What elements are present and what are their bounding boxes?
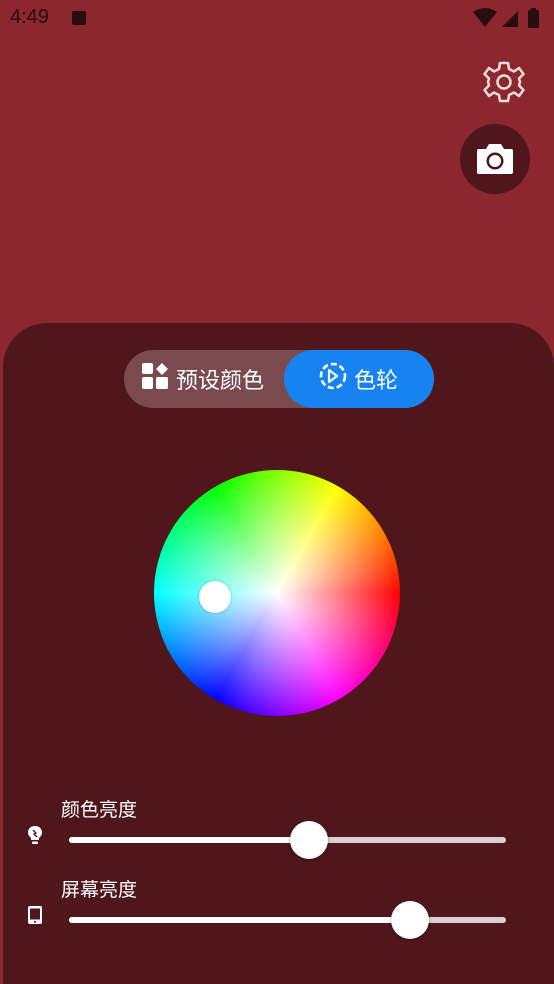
color-brightness-fill [69, 837, 310, 843]
screen-brightness-label: 屏幕亮度 [61, 879, 138, 901]
signal-icon [502, 11, 518, 27]
bulb-icon [27, 825, 43, 849]
phone-icon [27, 905, 43, 929]
tab-color-wheel[interactable]: 色轮 [284, 350, 434, 408]
gear-icon [483, 61, 525, 103]
status-time: 4:49 [10, 6, 49, 28]
grid-shapes-icon [141, 362, 169, 396]
settings-button[interactable] [482, 60, 526, 104]
color-wheel[interactable] [154, 470, 400, 716]
mode-tabs: 预设颜色 色轮 [124, 350, 434, 408]
screen-brightness-slider[interactable] [69, 901, 506, 939]
battery-icon [528, 10, 539, 28]
color-brightness-thumb[interactable] [290, 821, 329, 859]
status-icons [472, 8, 546, 34]
color-wheel-icon [319, 362, 347, 396]
tab-wheel-label: 色轮 [354, 369, 399, 394]
wifi-icon [473, 8, 497, 27]
camera-icon [477, 144, 513, 174]
tab-preset-label: 预设颜色 [176, 369, 265, 394]
tab-preset-colors[interactable]: 预设颜色 [124, 350, 282, 408]
color-wheel-thumb[interactable] [199, 581, 231, 613]
screen-brightness-thumb[interactable] [390, 901, 429, 939]
camera-button[interactable] [460, 124, 530, 194]
status-bar: 4:49 [0, 0, 554, 40]
control-panel: 预设颜色 色轮 颜色亮度 屏幕亮度 [3, 323, 554, 984]
color-brightness-slider[interactable] [69, 821, 506, 859]
color-brightness-label: 颜色亮度 [61, 799, 138, 821]
screen-brightness-fill [69, 917, 410, 923]
app-notification-icon [72, 11, 86, 25]
